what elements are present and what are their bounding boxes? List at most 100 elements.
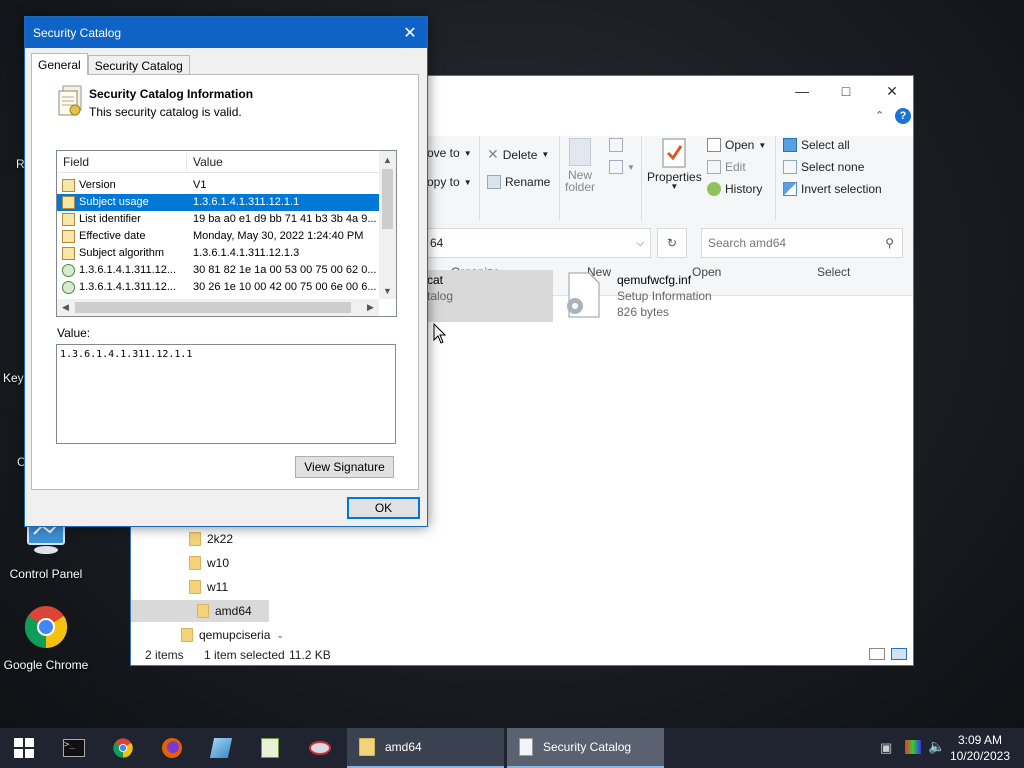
- row-value: 1.3.6.1.4.1.311.12.1.3: [193, 247, 300, 259]
- fields-list[interactable]: Field Value Version V1 Subject usage 1.3.6.…: [56, 150, 397, 317]
- taskbar-task-amd64[interactable]: amd64: [347, 728, 504, 768]
- taskbar-notepad-plus[interactable]: [246, 728, 294, 768]
- address-bar[interactable]: 64 ⌵: [423, 228, 651, 258]
- list-row[interactable]: Subject algorithm 1.3.6.1.4.1.311.12.1.3: [57, 245, 379, 262]
- row-field: List identifier: [79, 213, 141, 225]
- taskbar-tool[interactable]: [296, 728, 344, 768]
- scroll-up-icon[interactable]: ▲: [379, 151, 396, 168]
- volume-muted-icon[interactable]: 🔈: [928, 738, 945, 755]
- nav-item-amd64[interactable]: amd64: [131, 600, 269, 622]
- history-button[interactable]: History: [707, 182, 762, 196]
- view-signature-button[interactable]: View Signature: [295, 456, 394, 478]
- file-item[interactable]: qemufwcfg.inf Setup Information 826 byte…: [565, 272, 715, 324]
- nav-item-w10[interactable]: w10: [189, 552, 229, 574]
- scroll-thumb[interactable]: [75, 302, 351, 313]
- firefox-icon: [162, 738, 182, 758]
- list-row[interactable]: Version V1: [57, 177, 379, 194]
- navigation-pane: 2k22 w10 w11 amd64 qemupciseria ⌄: [131, 523, 284, 642]
- search-input[interactable]: Search amd64 ⚲: [701, 228, 903, 258]
- row-value: Monday, May 30, 2022 1:24:40 PM: [193, 230, 364, 242]
- collapse-ribbon-icon[interactable]: ⌃: [875, 109, 884, 122]
- details-view-icon[interactable]: [869, 648, 885, 660]
- scroll-left-icon[interactable]: ◀: [57, 299, 74, 316]
- list-row[interactable]: 1.3.6.1.4.1.311.12... 30 26 1e 10 00 42 0…: [57, 279, 379, 296]
- file-item-selected[interactable]: cat talog: [423, 270, 553, 322]
- column-header-field[interactable]: Field: [63, 151, 89, 173]
- tab-general[interactable]: General: [31, 53, 88, 75]
- extension-icon: [62, 264, 75, 277]
- move-to-button[interactable]: ove to ▼: [427, 146, 472, 160]
- list-row[interactable]: 1.3.6.1.4.1.311.12... 30 81 82 1e 1a 00 5…: [57, 262, 379, 279]
- dialog-close-button[interactable]: ✕: [393, 17, 427, 48]
- network-icon[interactable]: ▣: [880, 740, 892, 756]
- color-icon[interactable]: [905, 740, 921, 754]
- desktop-icon-google-chrome[interactable]: Google Chrome: [0, 603, 92, 672]
- new-folder-button[interactable]: New folder: [565, 138, 595, 194]
- nav-label: 2k22: [207, 532, 234, 546]
- close-button[interactable]: ✕: [869, 76, 913, 106]
- refresh-button[interactable]: ↻: [657, 228, 687, 258]
- select-none-label: Select none: [801, 160, 865, 174]
- tab-security-catalog[interactable]: Security Catalog: [87, 55, 190, 75]
- easy-access-button[interactable]: ▼: [609, 160, 635, 174]
- search-icon: ⚲: [885, 236, 894, 250]
- minimize-button[interactable]: —: [779, 76, 825, 106]
- copy-to-button[interactable]: opy to ▼: [427, 175, 472, 189]
- rename-button[interactable]: Rename: [487, 175, 550, 189]
- scroll-right-icon[interactable]: ▶: [362, 299, 379, 316]
- mouse-cursor-icon: [433, 323, 447, 344]
- nav-label: w11: [207, 580, 229, 594]
- properties-button[interactable]: Properties ▼: [647, 138, 702, 191]
- chevron-down-icon[interactable]: ⌵: [636, 238, 644, 249]
- scroll-thumb[interactable]: [382, 169, 393, 229]
- close-icon: ✕: [886, 82, 898, 99]
- taskbar-task-security-catalog[interactable]: Security Catalog: [507, 728, 664, 768]
- horizontal-scrollbar[interactable]: ◀ ▶: [57, 299, 379, 316]
- move-to-label: ove to: [427, 146, 460, 160]
- invert-selection-button[interactable]: Invert selection: [783, 182, 882, 196]
- taskbar-terminal[interactable]: >_: [50, 728, 98, 768]
- vertical-scrollbar[interactable]: ▲ ▼: [379, 151, 396, 299]
- row-field: Version: [79, 179, 116, 191]
- start-button[interactable]: [0, 728, 48, 768]
- taskbar-firefox[interactable]: [148, 728, 196, 768]
- edit-label: Edit: [725, 160, 746, 174]
- list-row[interactable]: List identifier 19 ba a0 e1 d9 bb 71 41 b…: [57, 211, 379, 228]
- list-row[interactable]: Effective date Monday, May 30, 2022 1:24:…: [57, 228, 379, 245]
- taskbar-app[interactable]: [197, 728, 245, 768]
- list-row[interactable]: Subject usage 1.3.6.1.4.1.311.12.1.1: [57, 194, 379, 211]
- select-all-label: Select all: [801, 138, 850, 152]
- nav-item-qemupciserial[interactable]: qemupciseria ⌄: [181, 624, 284, 646]
- delete-button[interactable]: ✕ Delete ▼: [487, 146, 549, 163]
- help-icon[interactable]: ?: [895, 108, 911, 124]
- ok-button[interactable]: OK: [347, 497, 420, 519]
- new-folder-icon: [569, 138, 592, 166]
- chrome-icon: [113, 738, 133, 758]
- maximize-button[interactable]: □: [823, 76, 869, 106]
- nav-item-w11[interactable]: w11: [189, 576, 228, 598]
- row-value: V1: [193, 179, 207, 191]
- nav-label: qemupciseria: [199, 628, 271, 642]
- taskbar-chrome[interactable]: [99, 728, 147, 768]
- list-header: Field Value: [57, 151, 379, 173]
- windows-logo-icon: [14, 738, 34, 758]
- status-selected: 1 item selected: [204, 648, 285, 662]
- chevron-down-icon: ⌄: [276, 629, 284, 640]
- field-icon: [62, 179, 75, 192]
- file-size: 826 bytes: [617, 305, 670, 319]
- nav-item-2k22[interactable]: 2k22: [189, 528, 233, 550]
- select-none-button[interactable]: Select none: [783, 160, 864, 174]
- large-icons-view-icon[interactable]: [891, 648, 907, 660]
- open-button[interactable]: Open ▼: [707, 138, 766, 152]
- select-all-button[interactable]: Select all: [783, 138, 850, 152]
- new-item-button[interactable]: [609, 138, 623, 152]
- value-textbox[interactable]: 1.3.6.1.4.1.311.12.1.1: [56, 344, 396, 444]
- edit-button[interactable]: Edit: [707, 160, 746, 174]
- minimize-icon: —: [795, 83, 809, 99]
- file-name: cat: [427, 273, 444, 287]
- column-header-value[interactable]: Value: [193, 151, 223, 173]
- open-icon: [707, 138, 721, 152]
- tray-clock[interactable]: 3:09 AM 10/20/2023: [950, 732, 1010, 764]
- status-size: 11.2 KB: [289, 648, 331, 662]
- scroll-down-icon[interactable]: ▼: [379, 282, 396, 299]
